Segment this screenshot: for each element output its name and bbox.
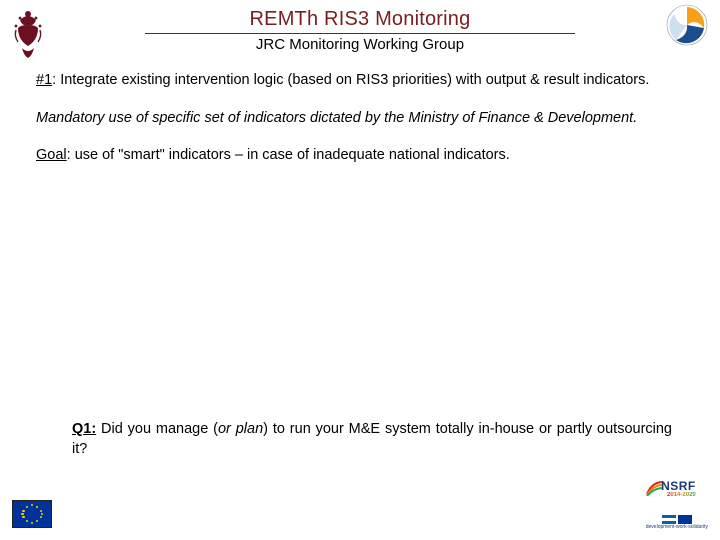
paragraph-1: #1: Integrate existing intervention logi…	[36, 71, 684, 91]
nsrf-flags	[646, 515, 708, 524]
nsrf-tagline: development-work-solidarity	[646, 525, 708, 530]
question-pre: Did you manage (	[96, 421, 218, 437]
header: REMTh RIS3 Monitoring JRC Monitoring Wor…	[0, 0, 720, 53]
eu-flag-small-icon	[678, 515, 692, 524]
page-subtitle: JRC Monitoring Working Group	[0, 36, 720, 53]
nsrf-logo: NSRF 2014-2020 development-work-solidari…	[646, 480, 708, 530]
question-label: Q1:	[72, 421, 96, 437]
question-em: or plan	[218, 421, 263, 437]
swirl-logo-icon	[666, 4, 708, 51]
p1-text: : Integrate existing intervention logic …	[52, 72, 649, 88]
paragraph-3: Goal: use of "smart" indicators – in cas…	[36, 146, 684, 166]
p3-text: : use of "smart" indicators – in case of…	[67, 147, 510, 163]
nsrf-years: 2014-2020	[667, 492, 696, 498]
question-block: Q1: Did you manage (or plan) to run your…	[72, 420, 672, 459]
content: #1: Integrate existing intervention logi…	[0, 53, 720, 166]
eu-flag-icon	[12, 500, 52, 528]
p1-prefix: #1	[36, 72, 52, 88]
page-title: REMTh RIS3 Monitoring	[0, 8, 720, 31]
nsrf-brand: NSRF	[661, 480, 696, 492]
title-underline	[145, 33, 575, 34]
p3-goal-label: Goal	[36, 147, 67, 163]
heraldic-logo-icon	[10, 6, 46, 65]
footer: NSRF 2014-2020 development-work-solidari…	[0, 492, 720, 534]
greece-flag-icon	[662, 515, 676, 524]
paragraph-2: Mandatory use of specific set of indicat…	[36, 109, 684, 129]
slide: REMTh RIS3 Monitoring JRC Monitoring Wor…	[0, 0, 720, 540]
